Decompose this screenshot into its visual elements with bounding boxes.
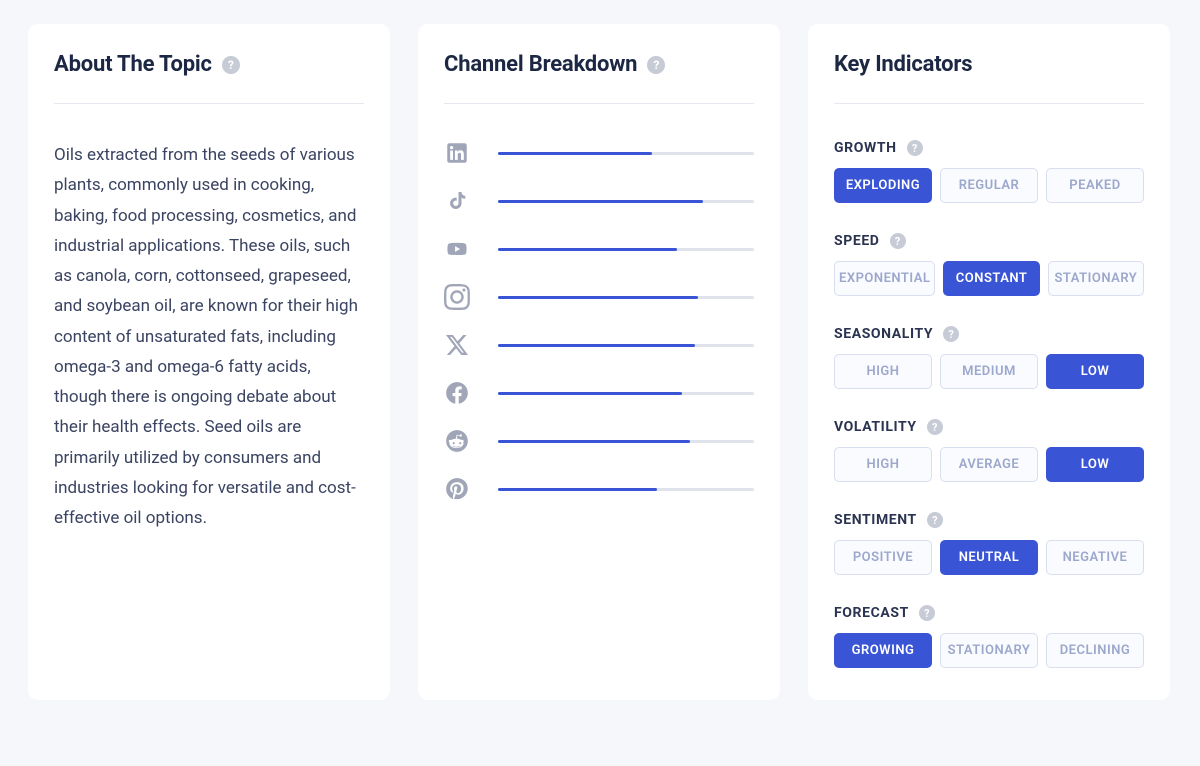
pill-low[interactable]: LOW xyxy=(1046,354,1144,389)
channel-row-youtube xyxy=(444,236,754,262)
channel-header: Channel Breakdown ? xyxy=(444,52,754,104)
pill-stationary[interactable]: STATIONARY xyxy=(1048,261,1144,296)
indicator-label-row: VOLATILITY? xyxy=(834,419,1144,435)
indicator-group-volatility: VOLATILITY? HIGHAVERAGELOW xyxy=(834,419,1144,482)
indicators-title: Key Indicators xyxy=(834,52,972,77)
help-icon[interactable]: ? xyxy=(943,326,959,342)
indicator-label-row: SEASONALITY? xyxy=(834,326,1144,342)
pill-growing[interactable]: GROWING xyxy=(834,633,932,668)
channel-bar-track xyxy=(498,488,754,491)
instagram-icon xyxy=(444,284,470,310)
pill-neutral[interactable]: NEUTRAL xyxy=(940,540,1038,575)
pill-high[interactable]: HIGH xyxy=(834,354,932,389)
indicator-label-row: SPEED? xyxy=(834,233,1144,249)
channel-bar-track xyxy=(498,248,754,251)
indicator-label: SPEED xyxy=(834,233,880,249)
channel-row-pinterest xyxy=(444,476,754,502)
pill-average[interactable]: AVERAGE xyxy=(940,447,1038,482)
channel-bar-fill xyxy=(498,152,652,155)
channel-bar-fill xyxy=(498,440,690,443)
pill-regular[interactable]: REGULAR xyxy=(940,168,1038,203)
help-icon[interactable]: ? xyxy=(919,605,935,621)
pinterest-icon xyxy=(444,476,470,502)
channel-row-instagram xyxy=(444,284,754,310)
indicator-label-row: SENTIMENT? xyxy=(834,512,1144,528)
channel-bar-track xyxy=(498,200,754,203)
pill-row: EXPONENTIALCONSTANT STATIONARY xyxy=(834,261,1144,296)
youtube-icon xyxy=(444,236,470,262)
pill-exploding[interactable]: EXPLODING xyxy=(834,168,932,203)
channel-bar-track xyxy=(498,440,754,443)
indicator-group-speed: SPEED? EXPONENTIALCONSTANT STATIONARY xyxy=(834,233,1144,296)
pill-row: EXPLODINGREGULARPEAKED xyxy=(834,168,1144,203)
channel-bar-fill xyxy=(498,488,657,491)
indicator-label: GROWTH xyxy=(834,140,897,156)
about-header: About The Topic ? xyxy=(54,52,364,104)
about-body: Oils extracted from the seeds of various… xyxy=(54,104,364,533)
indicator-label: FORECAST xyxy=(834,605,909,621)
key-indicators-card: Key Indicators GROWTH? EXPLODINGREGULARPE… xyxy=(808,24,1170,700)
pill-exponential[interactable]: EXPONENTIAL xyxy=(834,261,935,296)
channel-bar-track xyxy=(498,152,754,155)
facebook-icon xyxy=(444,380,470,406)
pill-medium[interactable]: MEDIUM xyxy=(940,354,1038,389)
indicator-group-growth: GROWTH? EXPLODINGREGULARPEAKED xyxy=(834,140,1144,203)
pill-negative[interactable]: NEGATIVE xyxy=(1046,540,1144,575)
channel-list xyxy=(444,104,754,502)
pill-row: HIGHMEDIUMLOW xyxy=(834,354,1144,389)
help-icon[interactable]: ? xyxy=(890,233,906,249)
channel-bar-fill xyxy=(498,296,698,299)
indicator-label-row: FORECAST? xyxy=(834,605,1144,621)
channel-bar-fill xyxy=(498,248,677,251)
channel-title: Channel Breakdown xyxy=(444,52,637,77)
channel-row-reddit xyxy=(444,428,754,454)
about-title: About The Topic xyxy=(54,52,212,77)
channel-row-tiktok xyxy=(444,188,754,214)
help-icon[interactable]: ? xyxy=(647,56,665,74)
indicator-label: VOLATILITY xyxy=(834,419,917,435)
pill-declining[interactable]: DECLINING xyxy=(1046,633,1144,668)
help-icon[interactable]: ? xyxy=(907,140,923,156)
indicator-label-row: GROWTH? xyxy=(834,140,1144,156)
tiktok-icon xyxy=(444,188,470,214)
channel-bar-fill xyxy=(498,344,695,347)
indicator-label: SENTIMENT xyxy=(834,512,917,528)
pill-positive[interactable]: POSITIVE xyxy=(834,540,932,575)
x-icon xyxy=(444,332,470,358)
help-icon[interactable]: ? xyxy=(927,419,943,435)
about-card: About The Topic ? Oils extracted from th… xyxy=(28,24,390,700)
pill-row: GROWINGSTATIONARYDECLINING xyxy=(834,633,1144,668)
channel-bar-track xyxy=(498,344,754,347)
channel-row-facebook xyxy=(444,380,754,406)
indicator-label: SEASONALITY xyxy=(834,326,933,342)
channel-bar-fill xyxy=(498,200,703,203)
indicators-header: Key Indicators xyxy=(834,52,1144,104)
channel-row-x xyxy=(444,332,754,358)
indicator-group-sentiment: SENTIMENT? POSITIVENEUTRALNEGATIVE xyxy=(834,512,1144,575)
indicator-group-forecast: FORECAST? GROWINGSTATIONARYDECLINING xyxy=(834,605,1144,668)
pill-row: HIGHAVERAGELOW xyxy=(834,447,1144,482)
pill-stationary[interactable]: STATIONARY xyxy=(940,633,1038,668)
channel-bar-track xyxy=(498,296,754,299)
indicator-group-seasonality: SEASONALITY? HIGHMEDIUMLOW xyxy=(834,326,1144,389)
channel-breakdown-card: Channel Breakdown ? xyxy=(418,24,780,700)
pill-row: POSITIVENEUTRALNEGATIVE xyxy=(834,540,1144,575)
pill-constant[interactable]: CONSTANT xyxy=(943,261,1039,296)
indicators-list: GROWTH? EXPLODINGREGULARPEAKED SPEED? EXPON… xyxy=(834,104,1144,668)
pill-peaked[interactable]: PEAKED xyxy=(1046,168,1144,203)
help-icon[interactable]: ? xyxy=(222,56,240,74)
linkedin-icon xyxy=(444,140,470,166)
channel-bar-track xyxy=(498,392,754,395)
channel-row-linkedin xyxy=(444,140,754,166)
pill-low[interactable]: LOW xyxy=(1046,447,1144,482)
pill-high[interactable]: HIGH xyxy=(834,447,932,482)
reddit-icon xyxy=(444,428,470,454)
help-icon[interactable]: ? xyxy=(927,512,943,528)
channel-bar-fill xyxy=(498,392,682,395)
